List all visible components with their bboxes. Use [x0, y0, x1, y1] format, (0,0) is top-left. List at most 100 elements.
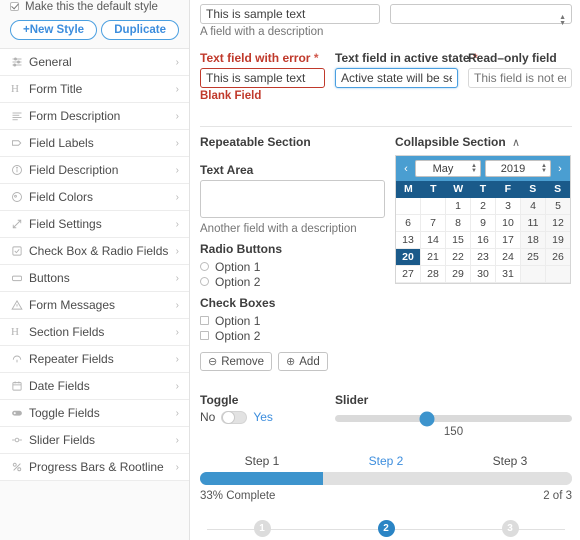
prev-month-icon[interactable]: ‹	[401, 163, 411, 175]
calendar-day-cell[interactable]: 5	[546, 198, 570, 215]
sliders-icon	[11, 56, 29, 68]
checkbox-icon[interactable]	[10, 1, 19, 11]
sidebar-item-progress-bars-rootline[interactable]: Progress Bars & Rootline ›	[0, 454, 189, 481]
calendar-day-cell[interactable]: 14	[421, 232, 446, 249]
calendar-day-cell[interactable]: 30	[471, 266, 496, 283]
chevron-right-icon: ›	[175, 164, 179, 176]
rootline-step[interactable]: 3Step 3	[448, 520, 572, 540]
calendar-day-cell[interactable]: 23	[471, 249, 496, 266]
sidebar-item-field-labels[interactable]: Field Labels ›	[0, 130, 189, 157]
calendar-day-cell[interactable]: 12	[546, 215, 570, 232]
remove-button[interactable]: ⊖ Remove	[200, 352, 273, 371]
sidebar-item-section-fields[interactable]: H Section Fields ›	[0, 319, 189, 346]
sidebar-item-buttons[interactable]: Buttons ›	[0, 265, 189, 292]
calendar-day-cell[interactable]: 26	[546, 249, 570, 266]
sidebar-item-check-box-radio-fields[interactable]: Check Box & Radio Fields ›	[0, 238, 189, 265]
sidebar-item-general[interactable]: General ›	[0, 49, 189, 76]
expand-icon	[11, 218, 29, 230]
calendar-day-cell[interactable]: 25	[521, 249, 546, 266]
rootline-step[interactable]: 2Step 2	[324, 520, 448, 540]
calendar-day-cell[interactable]: 13	[396, 232, 421, 249]
calendar-day-cell[interactable]: 1	[446, 198, 471, 215]
radio-icon[interactable]	[200, 262, 209, 271]
sidebar-item-date-fields[interactable]: Date Fields ›	[0, 373, 189, 400]
rootline-step-circle[interactable]: 2	[377, 520, 395, 537]
calendar-empty-cell	[396, 198, 421, 215]
sidebar-item-field-description[interactable]: Field Description ›	[0, 157, 189, 184]
error-field-label: Text field with error *	[200, 51, 319, 65]
sidebar-item-label: Field Description	[29, 163, 119, 177]
checkbox-icon	[11, 245, 29, 257]
sidebar-item-repeater-fields[interactable]: Repeater Fields ›	[0, 346, 189, 373]
calendar-day-cell[interactable]: 21	[421, 249, 446, 266]
year-select[interactable]: 20172018201920202021	[485, 160, 551, 177]
weekday-header: F	[504, 183, 512, 195]
collapsible-section: Collapsible Section ∧ ‹ JanuaryFebruaryM…	[395, 135, 572, 371]
new-style-button[interactable]: +New Style	[10, 20, 98, 40]
slider-handle[interactable]	[419, 411, 435, 426]
calendar-day-cell[interactable]: 15	[446, 232, 471, 249]
slider-track[interactable]	[335, 411, 572, 426]
checkbox-option[interactable]: Option 2	[200, 328, 385, 343]
calendar-day-cell[interactable]: 24	[496, 249, 521, 266]
duplicate-button[interactable]: Duplicate	[101, 20, 179, 40]
radio-option[interactable]: Option 1	[200, 259, 385, 274]
sidebar-item-field-colors[interactable]: Field Colors ›	[0, 184, 189, 211]
calendar-day-cell[interactable]: 18	[521, 232, 546, 249]
sidebar-item-form-messages[interactable]: Form Messages ›	[0, 292, 189, 319]
calendar-day-cell[interactable]: 28	[421, 266, 446, 283]
calendar-day-cell[interactable]: 11	[521, 215, 546, 232]
rootline-step-circle[interactable]: 1	[253, 520, 271, 537]
calendar-day-cell[interactable]: 9	[471, 215, 496, 232]
rootline-step[interactable]: 1Step 1	[200, 520, 324, 540]
active-text-input[interactable]	[335, 68, 458, 88]
progress-step-label[interactable]: Step 3	[448, 454, 572, 468]
sidebar-item-field-settings[interactable]: Field Settings ›	[0, 211, 189, 238]
progress-complete-label: 33% Complete	[200, 490, 276, 502]
calendar-day-cell[interactable]: 20	[396, 249, 421, 266]
calendar-day-cell[interactable]: 29	[446, 266, 471, 283]
top-text-input[interactable]	[200, 4, 380, 24]
checkbox-option[interactable]: Option 1	[200, 313, 385, 328]
calendar-day-cell[interactable]: 31	[496, 266, 521, 283]
calendar-day-cell[interactable]: 4	[521, 198, 546, 215]
sidebar-item-label: Section Fields	[29, 325, 105, 339]
calendar-day-cell[interactable]: 22	[446, 249, 471, 266]
default-style-checkbox-row[interactable]: Make this the default style	[0, 0, 189, 14]
calendar-day-cell[interactable]: 10	[496, 215, 521, 232]
toggle-control[interactable]: No Yes	[200, 410, 325, 424]
collapsible-section-header[interactable]: Collapsible Section ∧	[395, 135, 572, 149]
calendar-day-cell[interactable]: 6	[396, 215, 421, 232]
sidebar-item-toggle-fields[interactable]: Toggle Fields ›	[0, 400, 189, 427]
slider-value: 150	[443, 426, 464, 438]
radio-option[interactable]: Option 2	[200, 274, 385, 289]
sidebar-item-form-title[interactable]: H Form Title ›	[0, 76, 189, 103]
calendar-day-cell[interactable]: 7	[421, 215, 446, 232]
top-select[interactable]	[390, 4, 572, 24]
error-text-input[interactable]	[200, 68, 325, 88]
month-select[interactable]: JanuaryFebruaryMarchAprilMayJuneJulyAugu…	[415, 160, 481, 177]
calendar-day-cell[interactable]: 3	[496, 198, 521, 215]
calendar-day-cell[interactable]: 17	[496, 232, 521, 249]
sidebar-item-form-description[interactable]: Form Description ›	[0, 103, 189, 130]
sidebar-item-slider-fields[interactable]: Slider Fields ›	[0, 427, 189, 454]
checkbox-group-title: Check Boxes	[200, 296, 276, 310]
add-button[interactable]: ⊕ Add	[278, 352, 328, 371]
next-month-icon[interactable]: ›	[555, 163, 565, 175]
progress-step-label[interactable]: Step 1	[200, 454, 324, 468]
radio-icon[interactable]	[200, 277, 209, 286]
sidebar-item-label: General	[29, 55, 72, 69]
calendar-day-cell[interactable]: 19	[546, 232, 570, 249]
rootline-step-circle[interactable]: 3	[501, 520, 519, 537]
calendar-day-cell[interactable]: 16	[471, 232, 496, 249]
progress-step-label[interactable]: Step 2	[324, 454, 448, 468]
weekday-header: T	[479, 183, 487, 195]
checkbox-icon[interactable]	[200, 331, 209, 340]
calendar-day-cell[interactable]: 8	[446, 215, 471, 232]
text-area-input[interactable]	[200, 180, 385, 218]
toggle-switch[interactable]	[221, 410, 248, 424]
chevron-right-icon: ›	[175, 272, 179, 284]
calendar-day-cell[interactable]: 27	[396, 266, 421, 283]
checkbox-icon[interactable]	[200, 316, 209, 325]
calendar-day-cell[interactable]: 2	[471, 198, 496, 215]
